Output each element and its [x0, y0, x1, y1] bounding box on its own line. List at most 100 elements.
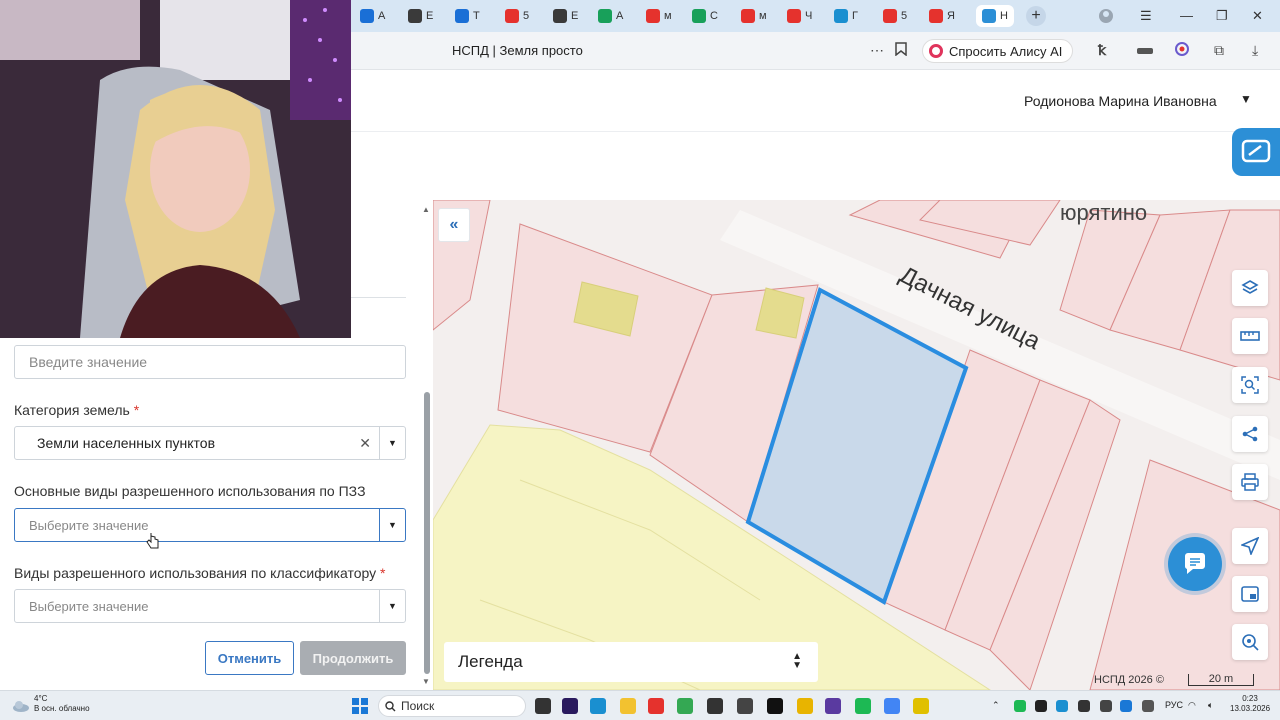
chrome-icon[interactable]: [884, 698, 900, 714]
share-button[interactable]: [1232, 416, 1268, 452]
browser-tab[interactable]: С: [692, 5, 718, 27]
expand-collapse-icon[interactable]: ▲ ▼: [792, 652, 802, 671]
language-indicator[interactable]: РУС: [1165, 700, 1183, 710]
download-icon[interactable]: ⤓: [1252, 42, 1258, 59]
windows-start-icon[interactable]: [352, 698, 368, 714]
browser-tab[interactable]: Ч: [787, 5, 812, 27]
extension-circle-icon[interactable]: [1175, 42, 1189, 59]
obs-icon[interactable]: [707, 698, 723, 714]
land-category-select[interactable]: Земли населенных пунктов ✕ ▼: [14, 426, 406, 460]
taskbar-search[interactable]: Поиск: [378, 695, 526, 717]
browser-tab[interactable]: Н: [976, 5, 1014, 27]
explorer-icon[interactable]: [620, 698, 636, 714]
minimize-icon[interactable]: —: [1180, 8, 1193, 23]
tab-favicon-icon: [883, 9, 897, 23]
browser-tab[interactable]: А: [598, 5, 623, 27]
extension-hat-icon[interactable]: [1136, 42, 1154, 59]
volume-icon[interactable]: 🔈︎: [1208, 700, 1213, 711]
value-input[interactable]: Введите значение: [14, 345, 406, 379]
spotify-icon[interactable]: [855, 698, 871, 714]
collections-icon[interactable]: ⧉: [1214, 42, 1224, 59]
tray-app-icon[interactable]: [1035, 700, 1047, 712]
bookmark-icon[interactable]: [895, 42, 907, 59]
geo-search-button[interactable]: [1232, 624, 1268, 660]
chat-button[interactable]: [1168, 537, 1222, 591]
clock[interactable]: 0:23 13.03.2026: [1230, 694, 1270, 714]
chevron-down-icon[interactable]: ▼: [379, 590, 405, 622]
tab-label: А: [616, 10, 624, 22]
continue-button[interactable]: Продолжить: [300, 641, 406, 675]
chrome-icon[interactable]: [677, 698, 693, 714]
new-tab-button[interactable]: +: [1026, 6, 1046, 26]
tray-app-icon[interactable]: [1056, 700, 1068, 712]
app-icon[interactable]: [825, 698, 841, 714]
wifi-icon[interactable]: ◠: [1188, 700, 1196, 711]
app-icon[interactable]: [913, 698, 929, 714]
chat-icon: [1184, 553, 1205, 574]
tab-label: Ч: [805, 10, 813, 22]
menu-icon[interactable]: ☰: [1140, 8, 1152, 24]
close-icon[interactable]: ✕: [1252, 8, 1263, 24]
browser-tab[interactable]: Г: [834, 5, 858, 27]
profile-icon[interactable]: [1098, 8, 1114, 27]
tray-expand-icon[interactable]: ⌃: [992, 700, 1000, 711]
collapse-panel-button[interactable]: «: [438, 208, 470, 242]
minimap-icon: [1241, 586, 1259, 602]
page-title[interactable]: НСПД | Земля просто: [452, 43, 583, 58]
premiere-icon[interactable]: [562, 698, 578, 714]
browser-tab[interactable]: Е: [553, 5, 578, 27]
scroll-down-icon[interactable]: ▼: [422, 677, 430, 686]
tab-favicon-icon: [505, 9, 519, 23]
scroll-up-icon[interactable]: ▲: [422, 205, 430, 214]
clear-icon[interactable]: ✕: [359, 435, 371, 452]
minimap-button[interactable]: [1232, 576, 1268, 612]
maximize-icon[interactable]: ❐: [1216, 8, 1228, 24]
extension-k-icon[interactable]: ꝁ: [1098, 42, 1106, 59]
basic-use-select[interactable]: Выберите значение ▼: [14, 508, 406, 542]
browser-tab[interactable]: Т: [455, 5, 480, 27]
user-name[interactable]: Родионова Марина Ивановна: [1024, 93, 1217, 109]
browser-tab[interactable]: м: [646, 5, 672, 27]
app-icon[interactable]: [737, 698, 753, 714]
legend-panel[interactable]: Легенда ▲ ▼: [444, 642, 818, 682]
tray-app-icon[interactable]: [1078, 700, 1090, 712]
scroll-thumb[interactable]: [424, 392, 430, 674]
more-icon[interactable]: ⋯: [870, 42, 884, 59]
tray-app-icon[interactable]: [1014, 700, 1026, 712]
yandex-browser-icon[interactable]: [648, 698, 664, 714]
tray-app-icon[interactable]: [1100, 700, 1112, 712]
mic-icon[interactable]: [1142, 700, 1154, 712]
print-button[interactable]: [1232, 464, 1268, 500]
ask-alice-button[interactable]: Спросить Алису AI: [922, 39, 1074, 63]
bluetooth-icon[interactable]: [1120, 700, 1132, 712]
weather-widget[interactable]: 4°C В осн. облачно: [34, 694, 90, 714]
browser-tab[interactable]: А: [360, 5, 385, 27]
tab-label: Г: [852, 10, 858, 22]
browser-tab[interactable]: Я: [929, 5, 955, 27]
tab-label: Т: [473, 10, 480, 22]
browser-tab[interactable]: Е: [408, 5, 433, 27]
chevron-down-icon[interactable]: ▼: [379, 427, 405, 459]
tab-label: А: [378, 10, 386, 22]
ruler-button[interactable]: [1232, 318, 1268, 354]
browser-tab[interactable]: 5: [505, 5, 529, 27]
locate-button[interactable]: [1232, 528, 1268, 564]
photos-icon[interactable]: [590, 698, 606, 714]
cancel-button[interactable]: Отменить: [205, 641, 294, 675]
chevron-down-icon[interactable]: ▼: [379, 509, 405, 541]
map-canvas[interactable]: Дачная улица юрятино: [433, 200, 1280, 690]
task-view-icon[interactable]: [535, 698, 551, 714]
capcut-icon[interactable]: [767, 698, 783, 714]
classifier-use-select[interactable]: Выберите значение ▼: [14, 589, 406, 623]
clock-date: 13.03.2026: [1230, 704, 1271, 713]
map-view[interactable]: Дачная улица юрятино: [433, 200, 1280, 690]
browser-tab[interactable]: м: [741, 5, 767, 27]
side-widget-button[interactable]: [1232, 128, 1280, 176]
tab-label: м: [664, 10, 672, 22]
app-icon[interactable]: [797, 698, 813, 714]
layers-button[interactable]: [1232, 270, 1268, 306]
area-search-button[interactable]: [1232, 367, 1268, 403]
chevron-down-icon[interactable]: ▼: [1240, 92, 1252, 106]
browser-tab[interactable]: 5: [883, 5, 907, 27]
tab-favicon-icon: [929, 9, 943, 23]
